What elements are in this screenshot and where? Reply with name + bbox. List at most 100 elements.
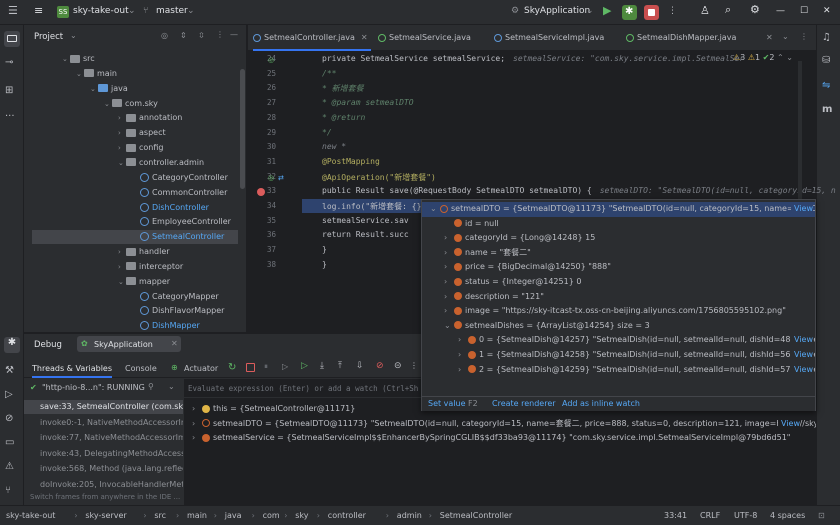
build-icon[interactable]: ⚒ — [5, 365, 19, 379]
breadcrumb-item[interactable]: sky-take-out — [6, 511, 55, 520]
chevron-right-icon[interactable]: › — [118, 126, 126, 140]
options-icon[interactable]: ⋮ — [216, 30, 224, 39]
run-icon[interactable]: ▶ — [603, 4, 611, 17]
popup-variable-row[interactable]: › 2 = {SetmealDish@14259} "SetmealDish(id… — [422, 362, 815, 378]
chevron-down-icon[interactable]: ⌄ — [104, 97, 112, 111]
chevron-right-icon[interactable]: › — [444, 260, 454, 275]
popup-variable-row[interactable]: › description = "121" — [422, 290, 815, 305]
breadcrumb-item[interactable]: sky-server — [85, 511, 126, 520]
thread-selector[interactable]: ✔ "http-nio-8...n": RUNNING ⚲ ⌄ — [24, 379, 184, 397]
view-link[interactable]: View — [791, 348, 813, 363]
minimize-icon[interactable]: — — [776, 6, 785, 16]
step-over-icon[interactable]: ▷ — [301, 361, 308, 371]
tree-item[interactable]: EmployeeController — [24, 215, 238, 229]
tree-item[interactable]: CategoryController — [24, 171, 238, 185]
close-icon[interactable]: ✕ — [823, 6, 831, 16]
debug-button[interactable]: ✱ — [622, 5, 637, 20]
tree-item[interactable]: › annotation — [24, 111, 238, 125]
tab-setmeal-controller[interactable]: SetmealController.java ✕ — [253, 25, 371, 51]
tree-item[interactable]: ⌄ mapper — [24, 275, 238, 289]
chevron-right-icon[interactable]: › — [444, 246, 454, 261]
popup-variable-row[interactable]: ⌄ setmealDTO = {SetmealDTO@11173} "Setmea… — [422, 202, 815, 217]
tab-setmeal-service-impl[interactable]: SetmealServiceImpl.java — [494, 25, 614, 51]
step-out-icon[interactable]: ⤒ — [338, 361, 342, 371]
popup-variable-row[interactable]: › 0 = {SetmealDish@14257} "SetmealDish(id… — [422, 333, 815, 348]
chevron-down-icon[interactable]: ⌄ — [76, 67, 84, 81]
close-tab-icon[interactable]: ✕ — [766, 33, 773, 42]
tab-setmeal-dish-mapper[interactable]: SetmealDishMapper.java — [626, 25, 758, 51]
close-tab-icon[interactable]: ✕ — [361, 33, 368, 42]
maximize-icon[interactable]: ☐ — [800, 6, 808, 16]
view-link[interactable]: View — [791, 333, 813, 348]
chevron-right-icon[interactable]: › — [118, 141, 126, 155]
indent-setting[interactable]: 4 spaces — [770, 511, 805, 520]
debug-tool-icon[interactable]: ✱ — [4, 337, 20, 353]
tree-item[interactable]: ⌄ com.sky — [24, 97, 238, 111]
more-icon[interactable]: ⋮ — [410, 361, 418, 370]
breadcrumb-item[interactable]: controller — [328, 511, 366, 520]
tree-item[interactable]: DishController — [24, 201, 238, 215]
database-icon[interactable]: ⛁ — [822, 55, 836, 69]
run-to-cursor-icon[interactable]: ⇩ — [356, 361, 364, 371]
file-encoding[interactable]: UTF-8 — [734, 511, 757, 520]
project-folder-icon[interactable] — [4, 31, 20, 47]
popup-variable-row[interactable]: › image = "https://sky-itcast-tx.oss-cn-b… — [422, 304, 815, 319]
project-name-dropdown[interactable]: sky-take-out — [73, 6, 129, 16]
stack-frame[interactable]: invoke:568, Method (java.lang.reflect — [24, 462, 183, 476]
tree-item[interactable]: › interceptor — [24, 260, 238, 274]
chevron-right-icon[interactable]: › — [458, 348, 468, 363]
chevron-right-icon[interactable]: › — [118, 111, 126, 125]
view-link[interactable]: View — [778, 416, 800, 431]
tree-item[interactable]: SetmealController — [32, 230, 238, 245]
tree-scrollbar[interactable] — [240, 69, 245, 189]
popup-variable-row[interactable]: › status = {Integer@14251} 0 — [422, 275, 815, 290]
breadcrumb-item[interactable]: com — [263, 511, 280, 520]
terminal-icon[interactable]: ▭ — [5, 437, 19, 451]
commit-icon[interactable]: ⊸ — [5, 57, 19, 71]
rerun-icon[interactable]: ↻ — [228, 362, 236, 373]
chevron-down-icon[interactable]: ⌄ — [118, 275, 126, 289]
git-icon[interactable]: ⑂ — [5, 485, 19, 499]
chevron-right-icon[interactable]: › — [458, 363, 468, 378]
chevron-down-icon[interactable]: ⌄ — [118, 156, 126, 170]
chevron-right-icon[interactable]: › — [192, 402, 202, 416]
stop-icon[interactable] — [246, 363, 255, 372]
tree-item[interactable]: CommonController — [24, 186, 238, 200]
view-link[interactable]: View — [791, 202, 813, 217]
breadcrumb-item[interactable]: sky — [295, 511, 308, 520]
structure-icon[interactable]: ⊞ — [5, 85, 19, 99]
search-icon[interactable]: ⌕ — [725, 3, 731, 17]
problems-icon[interactable]: ⊘ — [5, 413, 19, 427]
breadcrumb-item[interactable]: src — [154, 511, 166, 520]
chevron-right-icon[interactable]: › — [444, 231, 454, 246]
close-tab-icon[interactable]: ✕ — [171, 339, 178, 348]
branch-dropdown[interactable]: master — [156, 6, 188, 16]
run-config-dropdown[interactable]: SkyApplication — [524, 6, 590, 16]
more-tools-icon[interactable]: ··· — [5, 111, 19, 125]
chevron-down-icon[interactable]: ⌄ — [168, 382, 175, 391]
tab-console[interactable]: Console — [125, 364, 157, 373]
chevron-right-icon[interactable]: › — [118, 260, 126, 274]
view-link[interactable]: View — [791, 362, 813, 378]
popup-variable-row[interactable]: › name = "套餐二" — [422, 246, 815, 261]
project-panel-title[interactable]: Project — [34, 32, 63, 42]
variable-row[interactable]: › setmealService = {SetmealServiceImpl$$E… — [184, 431, 816, 445]
run-tool-icon[interactable]: ▷ — [5, 389, 19, 403]
tab-setmeal-service[interactable]: SetmealService.java — [378, 25, 478, 51]
tree-item[interactable]: › handler — [24, 245, 238, 259]
endpoint-icon[interactable]: ⇄ — [278, 174, 284, 182]
stack-frame[interactable]: doInvoke:205, InvocableHandlerMeth — [24, 478, 183, 492]
add-inline-watch-link[interactable]: Add as inline watch — [562, 399, 640, 408]
bean-icon[interactable]: ◎ — [268, 174, 274, 182]
tab-threads-variables[interactable]: Threads & Variables — [32, 364, 113, 378]
chevron-right-icon[interactable]: › — [444, 290, 454, 305]
chevron-down-icon[interactable]: ⌄ — [62, 52, 70, 66]
maven-m-icon[interactable]: m — [822, 104, 836, 118]
tree-item[interactable]: ⌄ java — [24, 82, 238, 96]
stack-frame[interactable]: save:33, SetmealController (com.sky. — [24, 400, 183, 414]
debug-session-tab[interactable]: ✿ SkyApplication ✕ — [77, 336, 181, 352]
more-icon[interactable]: ⋮ — [668, 6, 677, 16]
caret-position[interactable]: 33:41 — [664, 511, 687, 520]
tree-item[interactable]: DishMapper — [24, 319, 238, 333]
recent-files-icon[interactable]: ⌄ — [782, 32, 789, 41]
